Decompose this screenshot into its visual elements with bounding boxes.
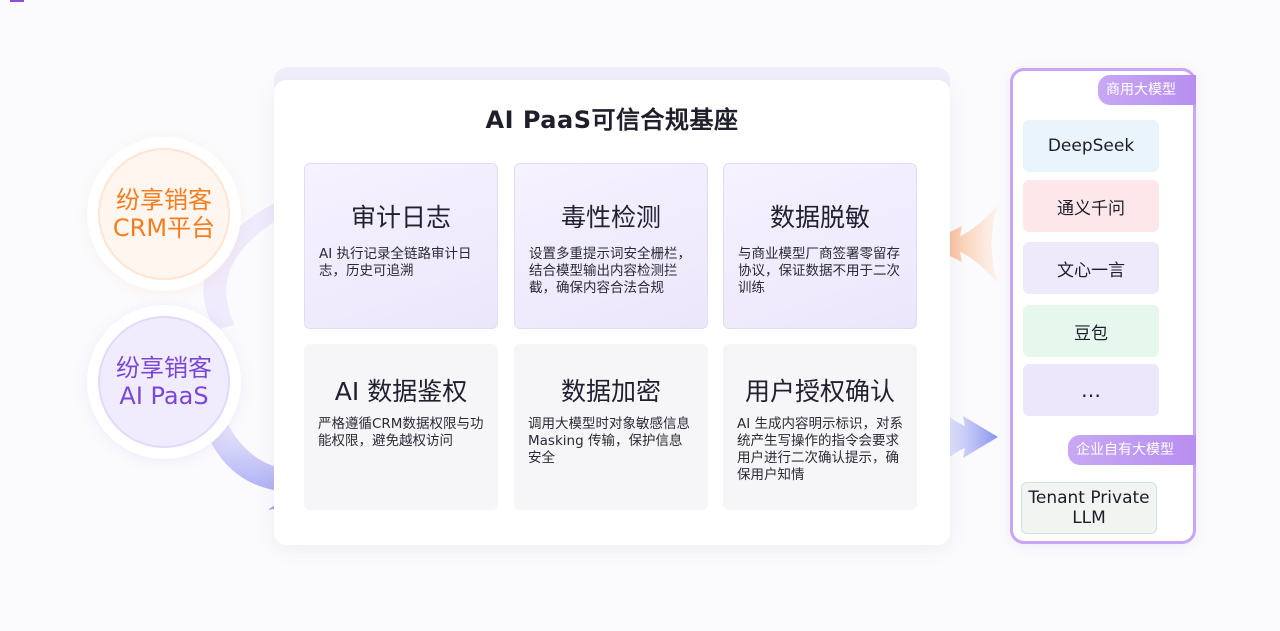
ai-paas-circle: 纷享销客 AI PaaS bbox=[87, 305, 241, 459]
crm-platform-circle: 纷享销客 CRM平台 bbox=[87, 137, 241, 291]
tile-desc: 与商业模型厂商签署零留存协议，保证数据不用于二次训练 bbox=[738, 246, 900, 296]
tile-desc: 调用大模型时对象敏感信息 Masking 传输，保护信息安全 bbox=[528, 416, 690, 466]
crm-line2: CRM平台 bbox=[112, 214, 216, 242]
tile-title: 用户授权确认 bbox=[744, 377, 895, 406]
tile-data-encryption: 数据加密 调用大模型时对象敏感信息 Masking 传输，保护信息安全 bbox=[514, 344, 708, 510]
model-tongyi-qianwen: 通义千问 bbox=[1023, 180, 1159, 232]
commercial-models-tag: 商用大模型 bbox=[1098, 75, 1196, 105]
ai-paas-inner: 纷享销客 AI PaaS bbox=[98, 316, 230, 448]
private-models-tag: 企业自有大模型 bbox=[1068, 435, 1196, 465]
tile-ai-data-auth: AI 数据鉴权 严格遵循CRM数据权限与功能权限，避免越权访问 bbox=[304, 344, 498, 510]
tile-title: 数据加密 bbox=[560, 377, 661, 406]
tile-title: 审计日志 bbox=[350, 203, 451, 232]
paas-line1: 纷享销客 bbox=[116, 354, 212, 382]
tile-title: AI 数据鉴权 bbox=[334, 377, 468, 406]
paas-line2: AI PaaS bbox=[119, 382, 209, 410]
model-more: … bbox=[1023, 364, 1159, 416]
tile-desc: 设置多重提示词安全栅栏，结合模型输出内容检测拦截，确保内容合法合规 bbox=[529, 246, 691, 296]
tile-title: 数据脱敏 bbox=[769, 203, 870, 232]
main-title: AI PaaS可信合规基座 bbox=[485, 106, 739, 134]
tile-user-authorization: 用户授权确认 AI 生成内容明示标识，对系统产生写操作的指令会要求用户进行二次确… bbox=[723, 344, 917, 510]
crm-platform-inner: 纷享销客 CRM平台 bbox=[98, 148, 230, 280]
model-wenxin-yiyan: 文心一言 bbox=[1023, 242, 1159, 294]
model-tenant-private-llm: Tenant Private LLM bbox=[1021, 482, 1157, 534]
tile-toxicity-detection: 毒性检测 设置多重提示词安全栅栏，结合模型输出内容检测拦截，确保内容合法合规 bbox=[514, 163, 708, 329]
crm-line1: 纷享销客 bbox=[116, 186, 212, 214]
tile-title: 毒性检测 bbox=[560, 203, 661, 232]
tile-audit-log: 审计日志 AI 执行记录全链路审计日志，历史可追溯 bbox=[304, 163, 498, 329]
model-deepseek: DeepSeek bbox=[1023, 120, 1159, 172]
tile-desc: 严格遵循CRM数据权限与功能权限，避免越权访问 bbox=[318, 416, 484, 449]
tile-data-masking: 数据脱敏 与商业模型厂商签署零留存协议，保证数据不用于二次训练 bbox=[723, 163, 917, 329]
tile-desc: AI 生成内容明示标识，对系统产生写操作的指令会要求用户进行二次确认提示，确保用… bbox=[737, 416, 904, 483]
tile-desc: AI 执行记录全链路审计日志，历史可追溯 bbox=[319, 246, 472, 279]
model-doubao: 豆包 bbox=[1023, 305, 1159, 357]
